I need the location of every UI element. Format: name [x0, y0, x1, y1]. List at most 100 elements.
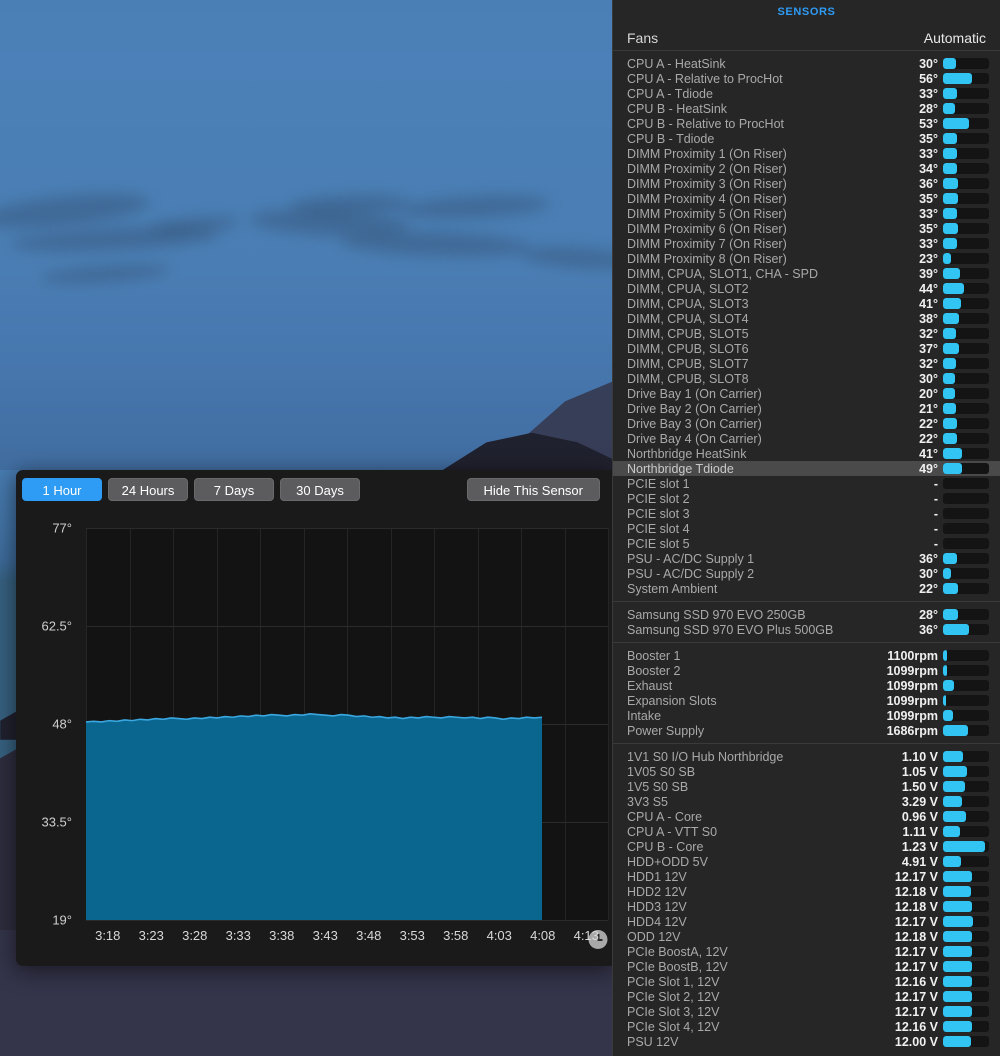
sensor-value: - [933, 491, 938, 506]
hide-this-sensor-button[interactable]: Hide This Sensor [466, 478, 600, 501]
sensor-row[interactable]: HDD1 12V 12.17 V [613, 869, 1000, 884]
sensor-name: DIMM Proximity 2 (On Riser) [627, 161, 787, 176]
sensor-row[interactable]: CPU B - Tdiode 35° [613, 131, 1000, 146]
sensor-value: 12.18 V [894, 899, 938, 914]
sensor-row[interactable]: Expansion Slots 1099rpm [613, 693, 1000, 708]
sensor-row[interactable]: 1V5 S0 SB 1.50 V [613, 779, 1000, 794]
sensor-row[interactable]: PCIE slot 5 - [613, 536, 1000, 551]
range-button-7-days[interactable]: 7 Days [194, 478, 274, 501]
sensor-row[interactable]: 1V1 S0 I/O Hub Northbridge 1.10 V [613, 749, 1000, 764]
range-button-24-hours[interactable]: 24 Hours [108, 478, 188, 501]
sensor-level-bar [943, 751, 989, 762]
sensor-value: 1100rpm [887, 648, 938, 663]
graph-toolbar: 1 Hour 24 Hours 7 Days 30 Days Hide This… [16, 470, 612, 510]
sensor-row[interactable]: DIMM Proximity 8 (On Riser) 23° [613, 251, 1000, 266]
sensor-row[interactable]: CPU A - Tdiode 33° [613, 86, 1000, 101]
sensor-row[interactable]: HDD4 12V 12.17 V [613, 914, 1000, 929]
sensor-row[interactable]: 1V05 S0 SB 1.05 V [613, 764, 1000, 779]
sensor-name: HDD3 12V [627, 899, 687, 914]
sensor-row[interactable]: DIMM Proximity 3 (On Riser) 36° [613, 176, 1000, 191]
sensor-level-bar [943, 901, 989, 912]
sensor-group-drives: Samsung SSD 970 EVO 250GB 28° Samsung SSD … [613, 602, 1000, 643]
sensor-value: 32° [919, 326, 938, 341]
time-range-segmented-control[interactable]: 1 Hour 24 Hours 7 Days 30 Days [22, 478, 360, 501]
sensor-row[interactable]: DIMM, CPUB, SLOT5 32° [613, 326, 1000, 341]
fans-header-label: Fans [627, 29, 659, 46]
sensor-value: 35° [919, 191, 938, 206]
range-button-1-hour[interactable]: 1 Hour [22, 478, 102, 501]
sensor-row[interactable]: 3V3 S5 3.29 V [613, 794, 1000, 809]
sensor-row[interactable]: CPU B - Relative to ProcHot 53° [613, 116, 1000, 131]
sensor-row[interactable]: Booster 2 1099rpm [613, 663, 1000, 678]
sensor-row[interactable]: HDD2 12V 12.18 V [613, 884, 1000, 899]
sensor-level-bar [943, 73, 989, 84]
sensor-row[interactable]: PCIE slot 4 - [613, 521, 1000, 536]
sensor-row[interactable]: HDD+ODD 5V 4.91 V [613, 854, 1000, 869]
sensor-row[interactable]: Samsung SSD 970 EVO Plus 500GB 36° [613, 622, 1000, 637]
sensor-row[interactable]: PSU - AC/DC Supply 2 30° [613, 566, 1000, 581]
sensor-name: DIMM Proximity 7 (On Riser) [627, 236, 787, 251]
fans-mode-value[interactable]: Automatic [924, 30, 986, 46]
sensor-level-bar [943, 1021, 989, 1032]
sensor-row[interactable]: CPU A - Core 0.96 V [613, 809, 1000, 824]
sensor-row[interactable]: DIMM Proximity 6 (On Riser) 35° [613, 221, 1000, 236]
sensor-row[interactable]: DIMM Proximity 7 (On Riser) 33° [613, 236, 1000, 251]
sensor-row[interactable]: Drive Bay 4 (On Carrier) 22° [613, 431, 1000, 446]
sensor-row[interactable]: CPU B - Core 1.23 V [613, 839, 1000, 854]
sensor-level-bar [943, 826, 989, 837]
sensor-row[interactable]: PCIe Slot 3, 12V 12.17 V [613, 1004, 1000, 1019]
sensor-row[interactable]: ODD 12V 12.18 V [613, 929, 1000, 944]
sensor-row[interactable]: Exhaust 1099rpm [613, 678, 1000, 693]
range-button-30-days[interactable]: 30 Days [280, 478, 360, 501]
sensor-name: Drive Bay 2 (On Carrier) [627, 401, 762, 416]
sensor-level-bar [943, 856, 989, 867]
sensor-row[interactable]: PCIE slot 2 - [613, 491, 1000, 506]
sensor-row[interactable]: DIMM, CPUB, SLOT7 32° [613, 356, 1000, 371]
sensor-row[interactable]: DIMM, CPUB, SLOT6 37° [613, 341, 1000, 356]
sensor-row[interactable]: DIMM Proximity 2 (On Riser) 34° [613, 161, 1000, 176]
sensor-level-bar [943, 223, 989, 234]
sensor-row[interactable]: CPU A - HeatSink 30° [613, 56, 1000, 71]
sensor-row[interactable]: Booster 1 1100rpm [613, 648, 1000, 663]
sensor-row[interactable]: DIMM, CPUA, SLOT3 41° [613, 296, 1000, 311]
sensor-row[interactable]: DIMM, CPUA, SLOT1, CHA - SPD 39° [613, 266, 1000, 281]
fans-header: Fans Automatic [613, 25, 1000, 51]
sensor-row[interactable]: Drive Bay 3 (On Carrier) 22° [613, 416, 1000, 431]
sensor-name: 1V05 S0 SB [627, 764, 696, 779]
sensor-row[interactable]: PSU 12V 12.00 V [613, 1034, 1000, 1049]
sensor-name: DIMM Proximity 4 (On Riser) [627, 191, 787, 206]
sensor-name: CPU A - Relative to ProcHot [627, 71, 783, 86]
sensor-row[interactable]: Northbridge Tdiode 49° [613, 461, 1000, 476]
sensor-row[interactable]: PCIe Slot 2, 12V 12.17 V [613, 989, 1000, 1004]
screen: 1 Hour 24 Hours 7 Days 30 Days Hide This… [0, 0, 1000, 1056]
sensor-row[interactable]: Drive Bay 1 (On Carrier) 20° [613, 386, 1000, 401]
sensor-level-bar [943, 695, 989, 706]
sensor-row[interactable]: DIMM Proximity 1 (On Riser) 33° [613, 146, 1000, 161]
sensor-row[interactable]: Power Supply 1686rpm [613, 723, 1000, 738]
graph-series-area [86, 713, 543, 920]
sensor-row[interactable]: PSU - AC/DC Supply 1 36° [613, 551, 1000, 566]
sensor-row[interactable]: Intake 1099rpm [613, 708, 1000, 723]
sensor-row[interactable]: DIMM Proximity 5 (On Riser) 33° [613, 206, 1000, 221]
sensor-row[interactable]: Northbridge HeatSink 41° [613, 446, 1000, 461]
sensor-row[interactable]: PCIe Slot 1, 12V 12.16 V [613, 974, 1000, 989]
sensor-row[interactable]: Samsung SSD 970 EVO 250GB 28° [613, 607, 1000, 622]
sensor-row[interactable]: DIMM, CPUA, SLOT2 44° [613, 281, 1000, 296]
sensor-row[interactable]: PCIe BoostB, 12V 12.17 V [613, 959, 1000, 974]
sensor-row[interactable]: System Ambient 22° [613, 581, 1000, 596]
sensor-row[interactable]: PCIe BoostA, 12V 12.17 V [613, 944, 1000, 959]
sensor-row[interactable]: PCIE slot 3 - [613, 506, 1000, 521]
sensor-row[interactable]: PCIe Slot 4, 12V 12.16 V [613, 1019, 1000, 1034]
sensor-row[interactable]: DIMM, CPUA, SLOT4 38° [613, 311, 1000, 326]
sensor-row[interactable]: CPU A - VTT S0 1.11 V [613, 824, 1000, 839]
sensor-row[interactable]: PCIE slot 1 - [613, 476, 1000, 491]
sensor-value: 22° [919, 416, 938, 431]
sensor-row[interactable]: Drive Bay 2 (On Carrier) 21° [613, 401, 1000, 416]
sensor-row[interactable]: CPU A - Relative to ProcHot 56° [613, 71, 1000, 86]
sensor-row[interactable]: CPU B - HeatSink 28° [613, 101, 1000, 116]
sensor-row[interactable]: DIMM Proximity 4 (On Riser) 35° [613, 191, 1000, 206]
sensor-row[interactable]: DIMM, CPUB, SLOT8 30° [613, 371, 1000, 386]
sensor-level-bar [943, 811, 989, 822]
sensor-name: CPU A - VTT S0 [627, 824, 718, 839]
sensor-row[interactable]: HDD3 12V 12.18 V [613, 899, 1000, 914]
